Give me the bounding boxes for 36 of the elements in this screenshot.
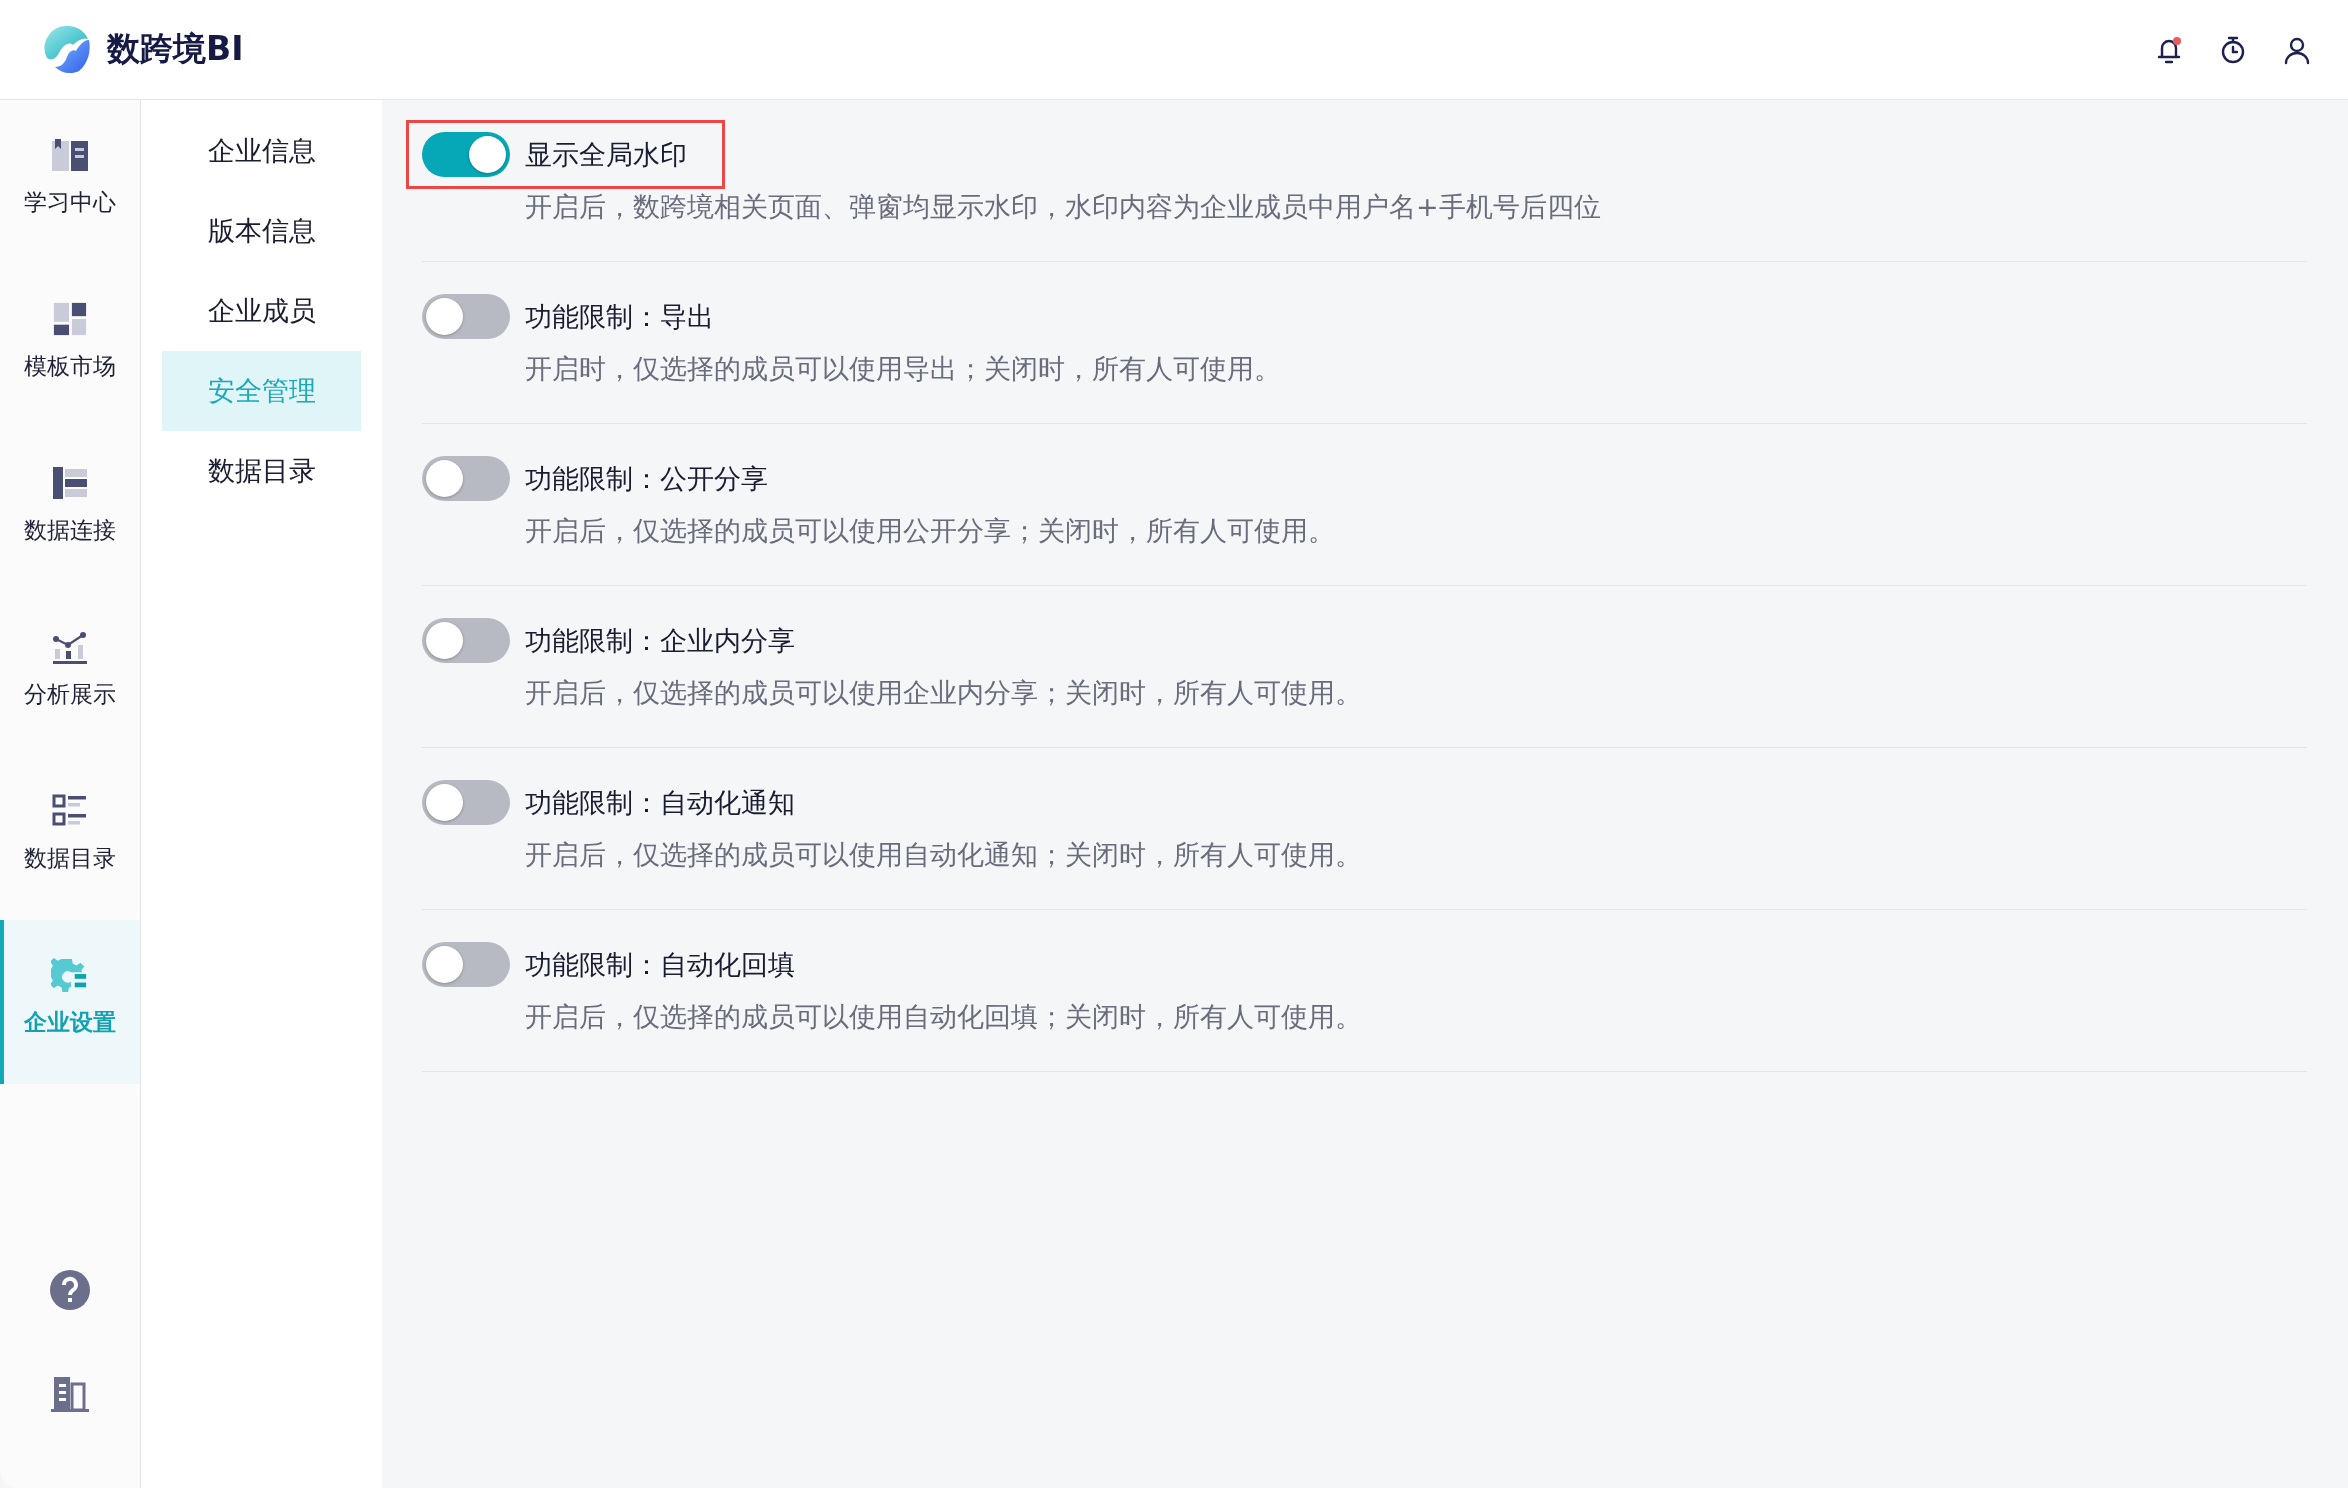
gear-icon: [51, 956, 89, 993]
toggle-switch[interactable]: [422, 780, 510, 825]
toggle-switch[interactable]: [422, 618, 510, 663]
nav-rail-item[interactable]: 数据目录: [0, 756, 140, 920]
nav-rail-item[interactable]: 数据连接: [0, 428, 140, 592]
settings-menu-item[interactable]: 企业成员: [162, 271, 361, 351]
settings-menu-item[interactable]: 数据目录: [162, 431, 361, 511]
setting-description: 开启时，仅选择的成员可以使用导出；关闭时，所有人可使用。: [525, 352, 1282, 386]
setting-description: 开启后，仅选择的成员可以使用公开分享；关闭时，所有人可使用。: [525, 514, 1336, 548]
setting-description: 开启后，仅选择的成员可以使用企业内分享；关闭时，所有人可使用。: [525, 676, 1363, 710]
setting-title: 功能限制：自动化回填: [525, 947, 795, 982]
setting-description: 开启后，数跨境相关页面、弹窗均显示水印，水印内容为企业成员中用户名+手机号后四位: [525, 190, 1602, 224]
nav-rail-item[interactable]: 分析展示: [0, 592, 140, 756]
setting-description: 开启后，仅选择的成员可以使用自动化通知；关闭时，所有人可使用。: [525, 838, 1363, 872]
logo-icon: [43, 24, 93, 75]
setting-title: 功能限制：自动化通知: [525, 785, 795, 820]
setting-title: 功能限制：导出: [525, 299, 714, 334]
stacked-rows-icon: [51, 464, 89, 501]
toggle-switch[interactable]: [422, 132, 510, 177]
toggle-switch[interactable]: [422, 456, 510, 501]
logo-text: 数跨境BI: [107, 28, 244, 70]
setting-title: 功能限制：企业内分享: [525, 623, 795, 658]
toggle-switch[interactable]: [422, 942, 510, 987]
settings-menu-item[interactable]: 版本信息: [162, 191, 361, 271]
book-icon: [51, 136, 89, 173]
help-icon[interactable]: [50, 1270, 90, 1310]
setting-title: 显示全局水印: [525, 137, 687, 172]
setting-title: 功能限制：公开分享: [525, 461, 768, 496]
nav-rail-item[interactable]: 模板市场: [0, 264, 140, 428]
nav-rail-item[interactable]: 学习中心: [0, 100, 140, 264]
settings-menu-item[interactable]: 企业信息: [162, 111, 361, 191]
toggle-switch[interactable]: [422, 294, 510, 339]
list-icon: [51, 792, 89, 829]
layout-grid-icon: [51, 300, 89, 337]
setting-description: 开启后，仅选择的成员可以使用自动化回填；关闭时，所有人可使用。: [525, 1000, 1363, 1034]
building-icon[interactable]: [50, 1374, 90, 1414]
